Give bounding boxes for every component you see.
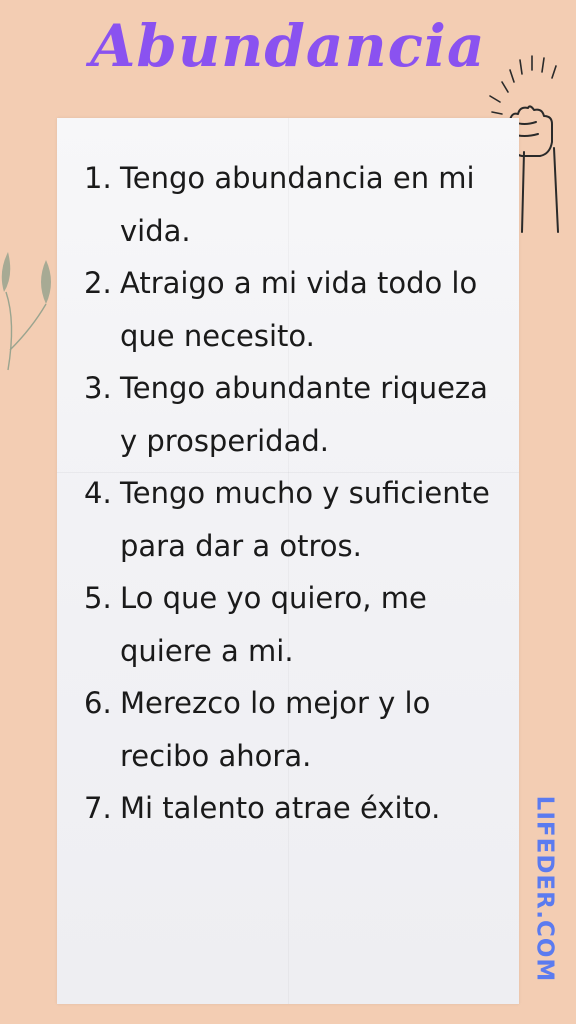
brand-watermark: LIFEDER.COM <box>524 784 564 994</box>
item-text: Lo que yo quiero, me quiere a mi. <box>120 581 427 668</box>
item-number: 1. <box>84 161 112 195</box>
item-text: Merezco lo mejor y lo recibo ahora. <box>120 686 431 773</box>
item-number: 6. <box>84 686 112 720</box>
affirmation-list: 1. Tengo abundancia en mi vida. 2. Atrai… <box>84 152 494 835</box>
item-text: Tengo mucho y suficiente para dar a otro… <box>120 476 490 563</box>
list-item: 6. Merezco lo mejor y lo recibo ahora. <box>84 677 494 782</box>
list-item: 5. Lo que yo quiero, me quiere a mi. <box>84 572 494 677</box>
leaf-branch-icon <box>1 252 51 371</box>
item-number: 4. <box>84 476 112 510</box>
brand-label: LIFEDER.COM <box>531 795 558 983</box>
item-text: Mi talento atrae éxito. <box>120 791 441 825</box>
item-number: 2. <box>84 266 112 300</box>
list-item: 7. Mi talento atrae éxito. <box>84 782 494 835</box>
list-item: 3. Tengo abundante riqueza y prosperidad… <box>84 362 494 467</box>
list-item: 1. Tengo abundancia en mi vida. <box>84 152 494 257</box>
list-item: 2. Atraigo a mi vida todo lo que necesit… <box>84 257 494 362</box>
item-number: 7. <box>84 791 112 825</box>
item-number: 5. <box>84 581 112 615</box>
item-text: Atraigo a mi vida todo lo que necesito. <box>120 266 478 353</box>
list-item: 4. Tengo mucho y suficiente para dar a o… <box>84 467 494 572</box>
item-text: Tengo abundante riqueza y prosperidad. <box>120 371 488 458</box>
item-number: 3. <box>84 371 112 405</box>
item-text: Tengo abundancia en mi vida. <box>120 161 475 248</box>
